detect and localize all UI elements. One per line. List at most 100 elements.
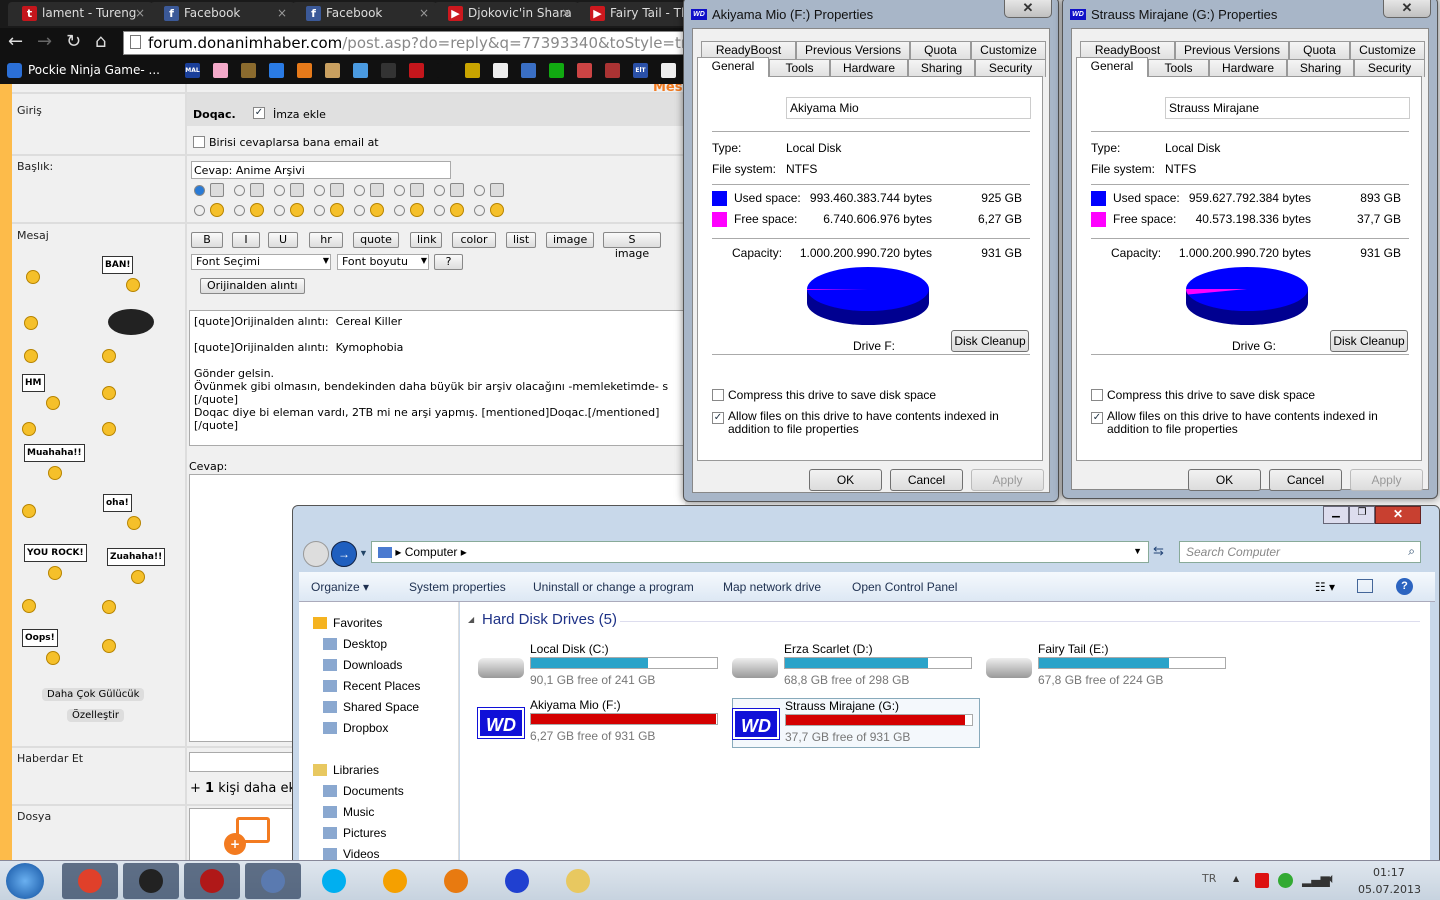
tab-close-icon[interactable]: ×: [419, 6, 429, 20]
tab-tools[interactable]: Tools: [769, 59, 830, 77]
taskbar-start[interactable]: [6, 863, 44, 899]
bookmark-pockie-ninja[interactable]: Pockie Ninja Game- ...: [28, 63, 160, 77]
command-1[interactable]: System properties: [409, 580, 506, 594]
network-icon[interactable]: ▂▄▆: [1302, 873, 1330, 887]
nav-item-videos[interactable]: Videos: [323, 847, 379, 861]
clock-time[interactable]: 01:17: [1373, 866, 1405, 879]
drive-item[interactable]: WD Akiyama Mio (F:) 6,27 GB free of 931 GB: [477, 698, 726, 748]
smiley-icon[interactable]: [22, 504, 36, 518]
view-options-icon[interactable]: ☷ ▾: [1315, 580, 1335, 594]
format-button-hr[interactable]: hr: [309, 232, 343, 248]
smiley-icon[interactable]: [102, 386, 116, 400]
search-input[interactable]: Search Computer ⌕: [1179, 541, 1421, 563]
smiley-icon[interactable]: [24, 316, 38, 330]
smiley-icon[interactable]: [131, 570, 145, 584]
maximize-button[interactable]: ❐: [1349, 506, 1375, 524]
taskbar-chrome[interactable]: [62, 863, 118, 899]
smiley-icon[interactable]: [46, 651, 60, 665]
clock-date[interactable]: 05.07.2013: [1358, 883, 1421, 896]
customize-button[interactable]: Özelleştir: [67, 709, 125, 722]
tab-customize[interactable]: Customize: [1350, 41, 1425, 59]
close-button[interactable]: ✕: [1375, 506, 1421, 524]
format-button-image[interactable]: image: [546, 232, 594, 248]
index-checkbox[interactable]: ✓: [1091, 412, 1103, 424]
tab-quota[interactable]: Quota: [910, 41, 971, 59]
title-input[interactable]: Cevap: Anime Arşivi: [191, 161, 451, 179]
taskbar-explorer[interactable]: [550, 863, 606, 899]
smiley-icon[interactable]: [102, 600, 116, 614]
address-bar[interactable]: forum.donanimhaber.com/post.asp?do=reply…: [123, 31, 693, 55]
bookmark-elt-icon[interactable]: ElT: [633, 63, 648, 78]
drive-item[interactable]: Erza Scarlet (D:) 68,8 GB free of 298 GB: [732, 642, 980, 692]
taskbar-app-red-eye[interactable]: [184, 863, 240, 899]
drive-item[interactable]: WD Strauss Mirajane (G:) 37,7 GB free of 9…: [732, 698, 980, 748]
smiley-icon[interactable]: [126, 278, 140, 292]
taskbar-winamp[interactable]: [367, 863, 423, 899]
bookmark-t-icon[interactable]: [409, 63, 424, 78]
minimize-button[interactable]: ▁: [1323, 506, 1349, 524]
post-icon-radio[interactable]: [354, 185, 365, 196]
nav-item-documents[interactable]: Documents: [323, 784, 404, 798]
forward-button[interactable]: →: [331, 541, 357, 567]
format-button-color[interactable]: color: [452, 232, 496, 248]
bookmark-t-icon[interactable]: [241, 63, 256, 78]
bookmark-kirby-icon[interactable]: [213, 63, 228, 78]
help-icon[interactable]: ?: [1396, 578, 1413, 595]
post-icon-radio[interactable]: [474, 205, 485, 216]
command-0[interactable]: Organize ▾: [311, 580, 369, 594]
bookmark-lt-icon[interactable]: [661, 63, 676, 78]
bookmark-y-icon[interactable]: [549, 63, 564, 78]
email-checkbox[interactable]: [193, 136, 205, 148]
nav-item-music[interactable]: Music: [323, 805, 374, 819]
smiley-sign[interactable]: BAN!: [102, 256, 134, 274]
tray-app-icon[interactable]: [1255, 873, 1269, 888]
smiley-icon[interactable]: [48, 566, 62, 580]
post-icon-radio[interactable]: [314, 205, 325, 216]
close-button[interactable]: ✕: [1004, 0, 1052, 18]
apply-button[interactable]: Apply: [971, 469, 1044, 491]
post-icon-radio[interactable]: [434, 185, 445, 196]
format-button-quote[interactable]: quote: [353, 232, 399, 248]
command-3[interactable]: Map network drive: [723, 580, 821, 594]
tab-sharing[interactable]: Sharing: [908, 59, 975, 77]
tab-previous-versions[interactable]: Previous Versions: [796, 41, 910, 59]
smiley-icon[interactable]: [102, 422, 116, 436]
drive-item[interactable]: Fairy Tail (E:) 67,8 GB free of 224 GB: [986, 642, 1234, 692]
post-icon-radio[interactable]: [274, 185, 285, 196]
bookmark-page-icon[interactable]: [493, 63, 508, 78]
cancel-button[interactable]: Cancel: [890, 469, 963, 491]
smiley-icon[interactable]: [46, 396, 60, 410]
home-icon[interactable]: ⌂: [95, 33, 106, 51]
add-person-link[interactable]: + 1 kişi daha ek: [190, 781, 296, 796]
smiley-cloud-icon[interactable]: [108, 309, 154, 335]
tab-previous-versions[interactable]: Previous Versions: [1175, 41, 1289, 59]
quote-original-button[interactable]: Orijinalden alıntı: [200, 278, 305, 294]
format-button-b[interactable]: B: [191, 232, 223, 248]
more-smileys-button[interactable]: Daha Çok Gülücük: [42, 688, 145, 701]
browser-tab[interactable]: f Facebook ×: [150, 2, 295, 26]
signature-checkbox[interactable]: ✓: [253, 107, 265, 119]
tab-quota[interactable]: Quota: [1289, 41, 1350, 59]
format-button-list[interactable]: list: [506, 232, 536, 248]
disk-cleanup-button[interactable]: Disk Cleanup: [951, 330, 1029, 352]
reload-icon[interactable]: ↻: [66, 33, 81, 51]
bookmark-cat-icon[interactable]: [325, 63, 340, 78]
taskbar-skype[interactable]: [306, 863, 362, 899]
smiley-sign[interactable]: Zuahaha!!: [107, 548, 166, 566]
post-icon-radio[interactable]: [434, 205, 445, 216]
ok-button[interactable]: OK: [1188, 469, 1261, 491]
taskbar-stellarium[interactable]: [123, 863, 179, 899]
quoted-text-area[interactable]: [quote]Orijinalden alıntı: Cereal Killer…: [189, 310, 685, 446]
chevron-down-icon[interactable]: ▼: [1133, 546, 1142, 556]
format-button-link[interactable]: link: [410, 232, 442, 248]
format-button-s-image[interactable]: S image: [603, 232, 661, 260]
post-icon-radio[interactable]: [394, 185, 405, 196]
cancel-button[interactable]: Cancel: [1269, 469, 1342, 491]
tab-close-icon[interactable]: ×: [277, 6, 287, 20]
format-button-u[interactable]: U: [268, 232, 298, 248]
smiley-icon[interactable]: [102, 639, 116, 653]
apply-button[interactable]: Apply: [1350, 469, 1423, 491]
post-icon-radio[interactable]: [194, 205, 205, 216]
taskbar-daemon-tools[interactable]: [489, 863, 545, 899]
back-icon[interactable]: ←: [8, 33, 23, 51]
